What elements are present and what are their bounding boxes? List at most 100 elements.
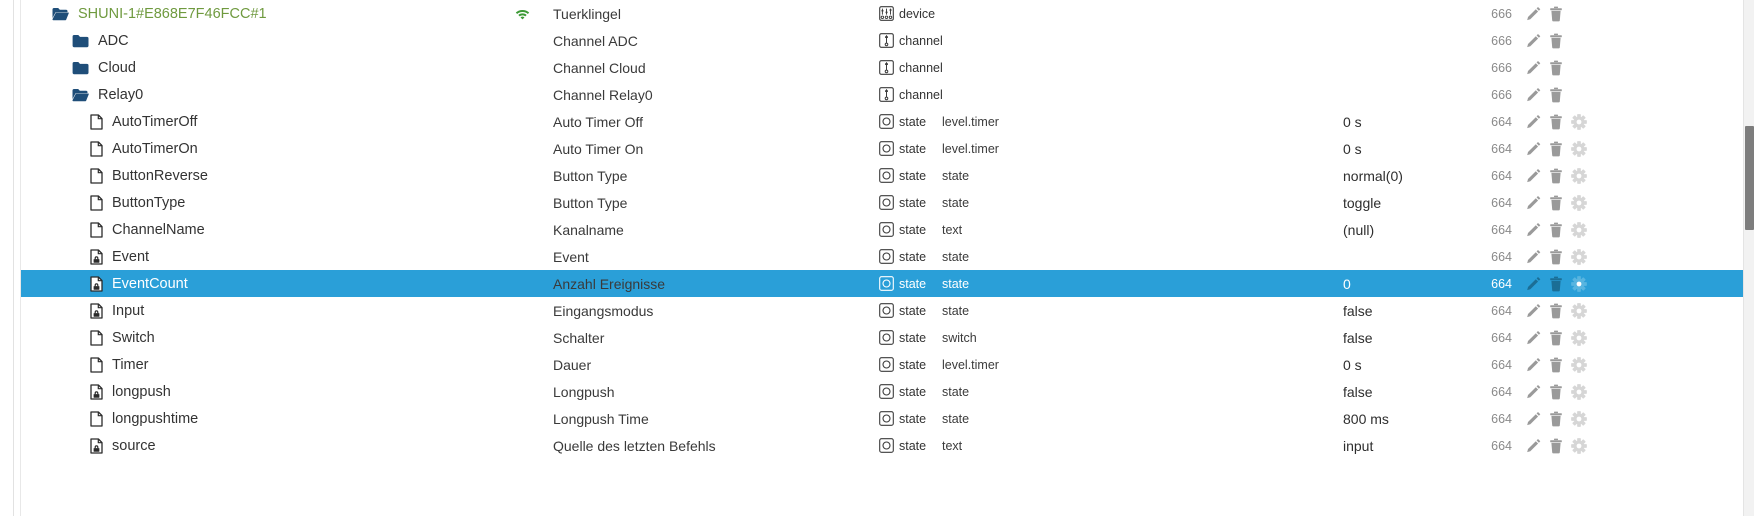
- pencil-icon[interactable]: [1525, 438, 1541, 454]
- table-row[interactable]: ButtonReverse Button Type state state normal…: [21, 162, 1743, 189]
- state-badge-icon: [879, 249, 894, 264]
- object-description-cell: Channel Relay0: [491, 87, 876, 103]
- pencil-icon[interactable]: [1525, 411, 1541, 427]
- table-row[interactable]: source Quelle des letzten Befehls state tex…: [21, 432, 1743, 459]
- table-row[interactable]: Switch Schalter state switch false 664: [21, 324, 1743, 351]
- object-name-cell[interactable]: AutoTimerOn: [21, 141, 491, 157]
- trash-icon[interactable]: [1549, 6, 1563, 22]
- gear-icon[interactable]: [1571, 302, 1587, 319]
- gear-icon[interactable]: [1571, 437, 1587, 454]
- table-row[interactable]: Event Event state state 664: [21, 243, 1743, 270]
- trash-icon[interactable]: [1549, 168, 1563, 184]
- trash-icon[interactable]: [1549, 114, 1563, 130]
- table-row[interactable]: EventCount Anzahl Ereignisse state state 0 66…: [21, 270, 1743, 297]
- pencil-icon[interactable]: [1525, 195, 1541, 211]
- gear-icon[interactable]: [1571, 194, 1587, 211]
- object-name-cell[interactable]: Switch: [21, 330, 491, 346]
- gear-icon[interactable]: [1571, 329, 1587, 346]
- object-name-cell[interactable]: longpush: [21, 384, 491, 400]
- table-row[interactable]: AutoTimerOn Auto Timer On state level.timer…: [21, 135, 1743, 162]
- object-name-cell[interactable]: Timer: [21, 357, 491, 373]
- trash-icon[interactable]: [1549, 249, 1563, 265]
- gear-icon[interactable]: [1571, 248, 1587, 265]
- object-name-cell[interactable]: source: [21, 438, 491, 454]
- table-row[interactable]: Relay0 Channel Relay0 channel 666: [21, 81, 1743, 108]
- vertical-scrollbar[interactable]: [1743, 0, 1754, 516]
- gear-icon[interactable]: [1571, 356, 1587, 373]
- object-name-cell[interactable]: EventCount: [21, 276, 491, 292]
- object-value-cell: false: [1343, 330, 1468, 346]
- scrollbar-down-arrow[interactable]: [1744, 505, 1754, 516]
- trash-icon[interactable]: [1549, 411, 1563, 427]
- gear-icon[interactable]: [1571, 113, 1587, 130]
- trash-icon[interactable]: [1549, 384, 1563, 400]
- object-description-cell: Tuerklingel: [491, 6, 876, 22]
- trash-icon[interactable]: [1549, 33, 1563, 49]
- table-row[interactable]: ButtonType Button Type state state toggle 664: [21, 189, 1743, 216]
- gear-icon[interactable]: [1571, 221, 1587, 238]
- table-row[interactable]: SHUNI-1#E868E7F46FCC#1 Tuerklingel device 6…: [21, 0, 1743, 27]
- pencil-icon[interactable]: [1525, 384, 1541, 400]
- pencil-icon[interactable]: [1525, 249, 1541, 265]
- pencil-icon[interactable]: [1525, 33, 1541, 49]
- object-name-cell[interactable]: longpushtime: [21, 411, 491, 427]
- folder-open-icon: [72, 88, 89, 102]
- document-icon: [90, 356, 103, 373]
- pencil-icon[interactable]: [1525, 87, 1541, 103]
- pencil-icon[interactable]: [1525, 303, 1541, 319]
- table-row[interactable]: longpushtime Longpush Time state state 800 m…: [21, 405, 1743, 432]
- trash-icon[interactable]: [1549, 276, 1563, 292]
- pencil-icon[interactable]: [1525, 357, 1541, 373]
- scrollbar-thumb[interactable]: [1745, 126, 1754, 230]
- object-name-cell[interactable]: Event: [21, 249, 491, 265]
- object-role-label: level.timer: [942, 114, 999, 129]
- pencil-icon[interactable]: [1525, 114, 1541, 130]
- object-permission-label: 666: [1491, 6, 1512, 21]
- object-name-cell[interactable]: ButtonReverse: [21, 168, 491, 184]
- object-name-cell[interactable]: AutoTimerOff: [21, 114, 491, 130]
- trash-icon[interactable]: [1549, 222, 1563, 238]
- gear-icon[interactable]: [1571, 410, 1587, 427]
- pencil-icon[interactable]: [1525, 168, 1541, 184]
- pencil-icon[interactable]: [1525, 60, 1541, 76]
- trash-icon[interactable]: [1549, 357, 1563, 373]
- pencil-icon[interactable]: [1525, 141, 1541, 157]
- object-name-cell[interactable]: Cloud: [21, 60, 491, 76]
- pencil-icon[interactable]: [1525, 276, 1541, 292]
- gear-icon[interactable]: [1571, 140, 1587, 157]
- trash-icon[interactable]: [1549, 438, 1563, 454]
- object-name-cell[interactable]: ButtonType: [21, 195, 491, 211]
- gear-icon[interactable]: [1571, 167, 1587, 184]
- object-name-cell[interactable]: Input: [21, 303, 491, 319]
- object-description-cell: Longpush: [491, 384, 876, 400]
- gear-icon[interactable]: [1571, 275, 1587, 292]
- trash-icon[interactable]: [1549, 195, 1563, 211]
- trash-icon[interactable]: [1549, 141, 1563, 157]
- gear-icon[interactable]: [1571, 383, 1587, 400]
- object-type-label: state: [899, 411, 927, 426]
- pencil-icon[interactable]: [1525, 6, 1541, 22]
- trash-icon[interactable]: [1549, 330, 1563, 346]
- table-row[interactable]: Cloud Channel Cloud channel 666: [21, 54, 1743, 81]
- table-row[interactable]: AutoTimerOff Auto Timer Off state level.tim…: [21, 108, 1743, 135]
- object-description-label: Button Type: [553, 167, 628, 184]
- table-row[interactable]: ChannelName Kanalname state text (null) 664: [21, 216, 1743, 243]
- object-name-cell[interactable]: Relay0: [21, 87, 491, 103]
- object-role-label: state: [942, 249, 970, 264]
- pencil-icon[interactable]: [1525, 330, 1541, 346]
- scrollbar-up-arrow[interactable]: [1744, 0, 1754, 11]
- object-name-cell[interactable]: SHUNI-1#E868E7F46FCC#1: [21, 6, 491, 22]
- trash-icon[interactable]: [1549, 87, 1563, 103]
- object-name-cell[interactable]: ADC: [21, 33, 491, 49]
- table-row[interactable]: Timer Dauer state level.timer 0 s 664: [21, 351, 1743, 378]
- object-permission-cell: 664: [1468, 250, 1512, 264]
- trash-icon[interactable]: [1549, 303, 1563, 319]
- trash-icon[interactable]: [1549, 60, 1563, 76]
- object-role-cell: state: [938, 250, 1343, 264]
- object-name-cell[interactable]: ChannelName: [21, 222, 491, 238]
- table-row[interactable]: ADC Channel ADC channel 666: [21, 27, 1743, 54]
- object-value-label: normal(0): [1343, 167, 1403, 184]
- table-row[interactable]: longpush Longpush state state false 664: [21, 378, 1743, 405]
- pencil-icon[interactable]: [1525, 222, 1541, 238]
- table-row[interactable]: Input Eingangsmodus state state false 664: [21, 297, 1743, 324]
